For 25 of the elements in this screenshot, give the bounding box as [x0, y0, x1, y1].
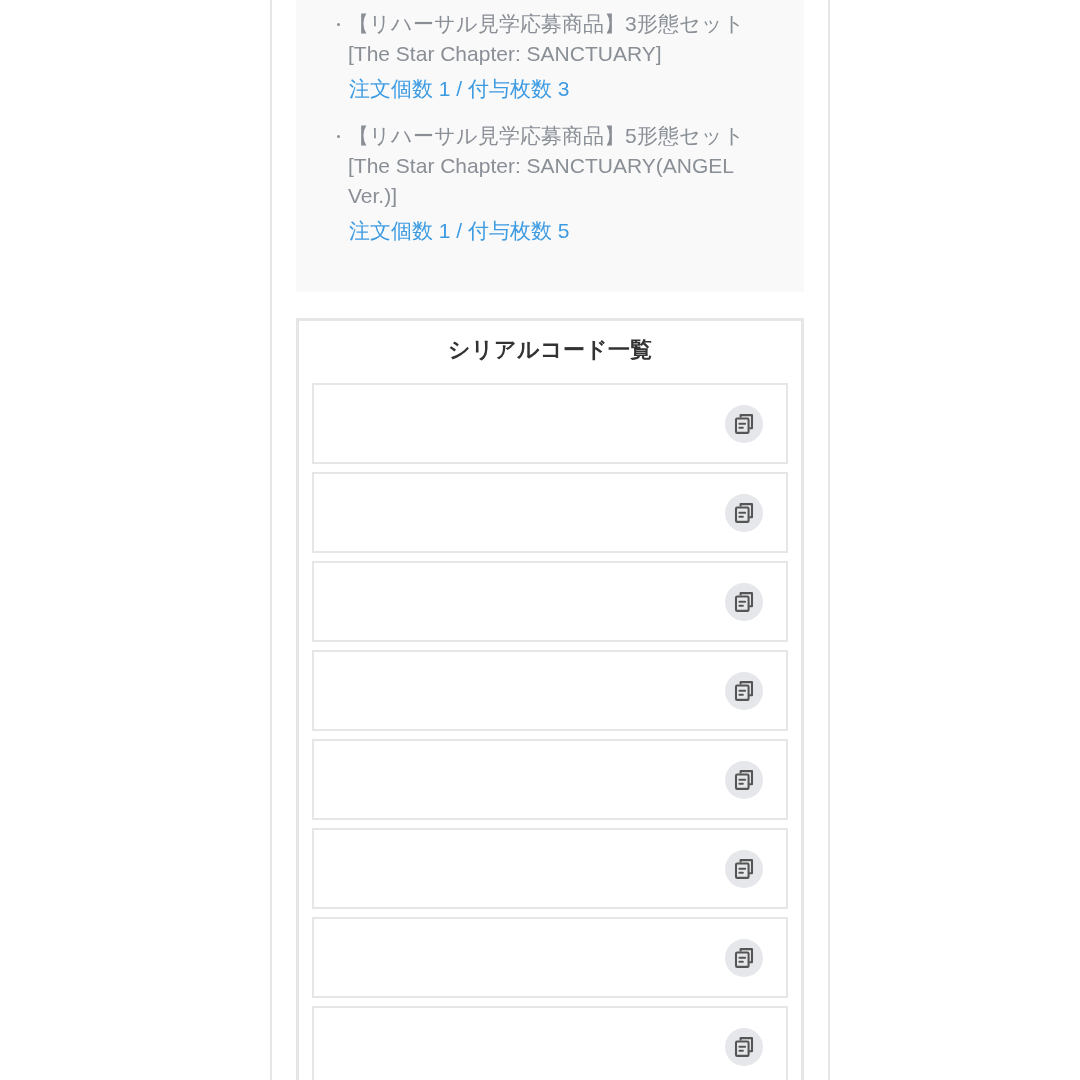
copy-button[interactable] — [725, 849, 763, 888]
copy-button[interactable] — [725, 938, 763, 977]
copy-button[interactable] — [725, 582, 763, 621]
copy-icon — [734, 502, 754, 523]
copy-icon — [734, 858, 754, 879]
order-count-text: 注文個数 1 / 付与枚数 3 — [349, 76, 570, 102]
product-subtitle: [The Star Chapter: SANCTUARY] — [348, 41, 663, 67]
copy-button[interactable] — [725, 493, 763, 532]
product-subtitle: [The Star Chapter: SANCTUARY(ANGEL Ver.)] — [348, 153, 735, 209]
copy-icon — [734, 769, 754, 790]
copy-icon — [734, 413, 754, 434]
copy-icon — [734, 591, 754, 612]
copy-icon — [734, 947, 754, 968]
product-title: 【リハーサル見学応募商品】5形態セット — [348, 123, 746, 149]
copy-icon — [734, 680, 754, 701]
copy-button[interactable] — [725, 671, 763, 710]
product-title: 【リハーサル見学応募商品】3形態セット — [348, 11, 746, 37]
order-count-text: 注文個数 1 / 付与枚数 5 — [349, 218, 570, 244]
copy-button[interactable] — [725, 1027, 763, 1066]
copy-icon — [734, 1036, 754, 1057]
serial-code-title: シリアルコード一覧 — [447, 336, 653, 364]
bullet-icon — [337, 22, 340, 26]
bullet-icon — [337, 134, 340, 138]
copy-button[interactable] — [725, 760, 763, 799]
copy-button[interactable] — [725, 404, 763, 443]
